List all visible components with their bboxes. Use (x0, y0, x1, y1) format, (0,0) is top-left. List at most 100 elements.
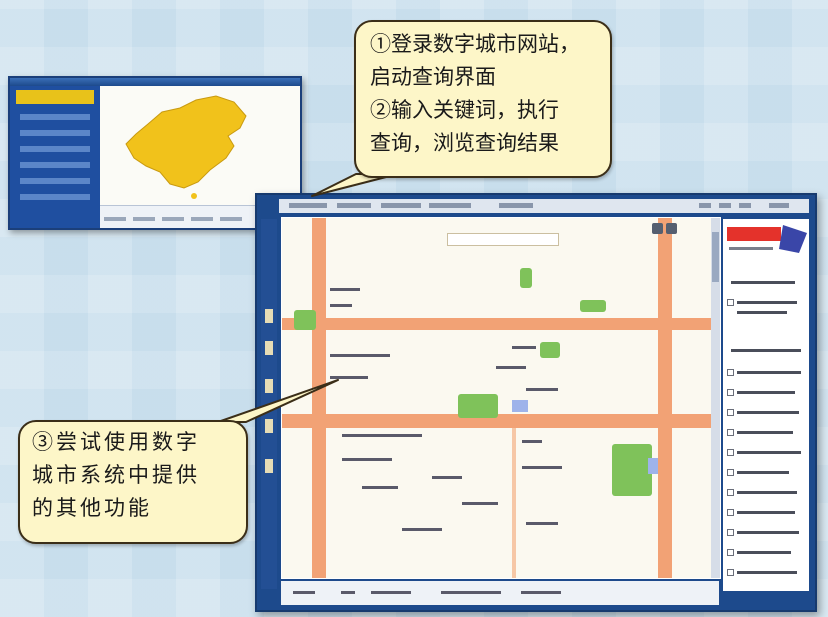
map-label[interactable] (330, 304, 352, 307)
result-checkbox[interactable] (727, 369, 734, 376)
callout-line: 城市系统中提供 (32, 463, 200, 487)
footer-link[interactable] (133, 217, 155, 221)
footer-link[interactable] (191, 217, 213, 221)
result-item[interactable] (737, 531, 799, 534)
result-checkbox[interactable] (727, 449, 734, 456)
map-toolbar (279, 199, 809, 213)
toolbar-button[interactable] (429, 203, 471, 208)
callout-line: ③尝试使用数字 (32, 430, 200, 454)
portal-sidebar-header[interactable] (16, 90, 94, 104)
result-heading (731, 281, 795, 284)
park (458, 394, 498, 418)
callout-line: ②输入关键词，执行 (370, 98, 559, 122)
status-item[interactable] (371, 591, 411, 594)
map-label[interactable] (342, 458, 392, 461)
callout-line: 启动查询界面 (370, 65, 496, 89)
portal-titlebar (10, 78, 300, 86)
result-checkbox[interactable] (727, 509, 734, 516)
result-checkbox[interactable] (727, 389, 734, 396)
toolbar-button[interactable] (719, 203, 731, 208)
result-checkbox[interactable] (727, 489, 734, 496)
map-label[interactable] (402, 528, 442, 531)
result-checkbox[interactable] (727, 299, 734, 306)
building (512, 400, 528, 412)
result-checkbox[interactable] (727, 529, 734, 536)
map-label[interactable] (512, 346, 536, 349)
result-item[interactable] (737, 451, 801, 454)
city-map-window (255, 193, 817, 612)
map-label[interactable] (496, 366, 526, 369)
map-status-bar (281, 581, 719, 605)
street (512, 428, 516, 578)
map-label[interactable] (522, 440, 542, 443)
portal-sidebar-item[interactable] (20, 162, 90, 168)
china-map-icon[interactable] (100, 86, 298, 206)
map-search-result-title (447, 233, 559, 246)
nav-marker[interactable] (265, 419, 273, 433)
result-item[interactable] (737, 391, 795, 394)
toolbar-button[interactable] (337, 203, 371, 208)
nav-marker[interactable] (265, 459, 273, 473)
search-results-panel (723, 219, 809, 591)
toolbar-button[interactable] (499, 203, 533, 208)
toolbar-button[interactable] (769, 203, 789, 208)
result-checkbox[interactable] (727, 409, 734, 416)
status-item[interactable] (341, 591, 355, 594)
result-item[interactable] (737, 301, 797, 304)
result-item[interactable] (737, 471, 789, 474)
nav-marker[interactable] (265, 341, 273, 355)
result-item[interactable] (737, 551, 791, 554)
result-checkbox[interactable] (727, 569, 734, 576)
map-label[interactable] (526, 388, 558, 391)
map-label[interactable] (522, 466, 562, 469)
toolbar-button[interactable] (289, 203, 327, 208)
map-label[interactable] (362, 486, 398, 489)
map-label[interactable] (526, 522, 558, 525)
map-label[interactable] (432, 476, 462, 479)
portal-sidebar-item[interactable] (20, 114, 90, 120)
street (282, 414, 720, 428)
park (580, 300, 606, 312)
footer-link[interactable] (220, 217, 242, 221)
portal-map-area[interactable] (100, 86, 300, 206)
map-label[interactable] (462, 502, 498, 505)
callout-line: 查询，浏览查询结果 (370, 131, 559, 155)
city-logo-icon (723, 219, 809, 259)
result-item[interactable] (737, 431, 793, 434)
portal-sidebar-item[interactable] (20, 194, 90, 200)
scrollbar-thumb[interactable] (712, 232, 719, 282)
map-label[interactable] (330, 376, 368, 379)
city-map[interactable] (281, 217, 721, 579)
nav-marker[interactable] (265, 379, 273, 393)
result-item[interactable] (737, 491, 797, 494)
result-item[interactable] (737, 511, 795, 514)
portal-sidebar-item[interactable] (20, 130, 90, 136)
zoom-out-icon[interactable] (666, 223, 677, 234)
result-checkbox[interactable] (727, 469, 734, 476)
portal-sidebar-item[interactable] (20, 178, 90, 184)
result-item[interactable] (737, 311, 787, 314)
status-item[interactable] (441, 591, 501, 594)
result-checkbox[interactable] (727, 429, 734, 436)
zoom-in-icon[interactable] (652, 223, 663, 234)
result-checkbox[interactable] (727, 549, 734, 556)
status-item[interactable] (293, 591, 315, 594)
callout-step-3: ③尝试使用数字 城市系统中提供 的其他功能 (18, 420, 248, 544)
portal-sidebar-item[interactable] (20, 146, 90, 152)
status-item[interactable] (521, 591, 561, 594)
nav-marker[interactable] (265, 309, 273, 323)
toolbar-button[interactable] (699, 203, 711, 208)
map-scrollbar[interactable] (711, 218, 720, 578)
result-item[interactable] (737, 371, 801, 374)
footer-link[interactable] (162, 217, 184, 221)
map-label[interactable] (330, 354, 390, 357)
toolbar-button[interactable] (739, 203, 751, 208)
map-nav-strip (261, 219, 277, 589)
footer-link[interactable] (104, 217, 126, 221)
map-label[interactable] (342, 434, 422, 437)
toolbar-button[interactable] (381, 203, 421, 208)
result-item[interactable] (737, 571, 797, 574)
park (294, 310, 316, 330)
map-label[interactable] (330, 288, 360, 291)
result-item[interactable] (737, 411, 799, 414)
